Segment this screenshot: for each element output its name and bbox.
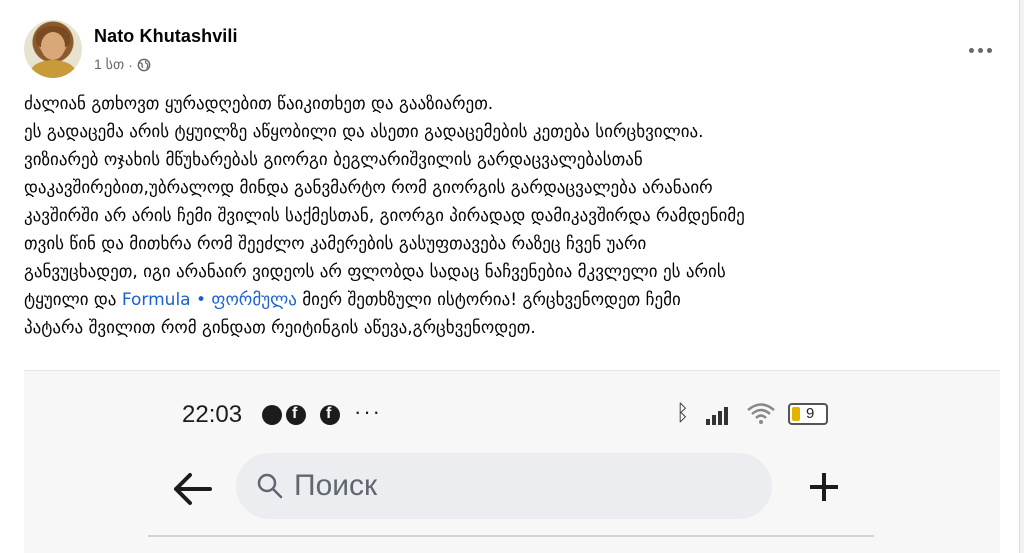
globe-icon[interactable] (137, 58, 151, 72)
phone-time: 22:03 (182, 401, 243, 428)
search-placeholder: Поиск (294, 469, 378, 502)
post-text-line: დაკავშირებით,უბრალოდ მინდა განვმარტო რომ… (24, 178, 713, 198)
status-more-dots: ··· (354, 399, 382, 424)
more-options-button[interactable] (960, 30, 1000, 70)
post-text-line: ძალიან გთხოვთ ყურადღებით წაიკითხეთ და გა… (24, 94, 494, 114)
post-text-line: პატარა შვილით რომ გინდათ რეიტინგის აწევა… (24, 318, 536, 338)
bluetooth-icon: ᛒ (676, 401, 690, 426)
search-icon (257, 473, 283, 499)
author-name[interactable]: Nato Khutashvili (94, 26, 238, 47)
signal-icon (706, 405, 732, 425)
post-text-line: ეს გადაცემა არის ტყუილზე აწყობილი და ასე… (24, 122, 704, 142)
post-time[interactable]: 1 სთ (94, 56, 124, 73)
post-text-line: ტყუილი და Formula • ფორმულა მიერ შეთხზულ… (24, 286, 1000, 314)
arrow-left-icon[interactable] (170, 469, 214, 509)
page-mention-link[interactable]: Formula • ფორმულა (122, 290, 297, 310)
post-header: Nato Khutashvili 1 სთ · (24, 20, 1000, 80)
post-text-line: თვის წინ და მითხრა რომ შეეძლო კამერების … (24, 234, 647, 254)
facebook-icon (320, 405, 340, 425)
battery-level: 9 (806, 405, 815, 422)
post-message: ძალიან გთხოვთ ყურადღებით წაიკითხეთ და გა… (24, 90, 1000, 342)
phone-search-row: Поиск (24, 453, 1000, 525)
post-text-fragment: მიერ შეთხზული ისტორია! გრცხვენოდეთ ჩემი (296, 290, 681, 310)
post-text-line: კავშირში არ არის ჩემი შვილის საქმესთან, … (24, 206, 745, 226)
post-meta: 1 სთ · (94, 56, 151, 73)
plus-icon[interactable] (804, 467, 844, 507)
divider (148, 535, 874, 537)
wifi-icon (747, 403, 775, 424)
messenger-icon (262, 405, 282, 425)
post-text-line: ვიზიარებ ოჯახის მწუხარებას გიორგი ბეგლარ… (24, 150, 643, 170)
post-text-fragment: ტყუილი და (24, 290, 122, 310)
phone-status-bar: 22:03 ··· ᛒ 9 (24, 395, 1000, 431)
meta-separator: · (128, 56, 133, 73)
search-input[interactable]: Поиск (236, 453, 772, 519)
more-horizontal-icon (968, 47, 974, 53)
post-text-line: განვუცხადეთ, იგი არანაირ ვიდეოს არ ფლობდ… (24, 262, 726, 282)
facebook-icon (286, 405, 306, 425)
battery-icon: 9 (788, 403, 828, 425)
post-card: Nato Khutashvili 1 სთ · ძალიან გთხოვთ ყუ… (0, 0, 1020, 553)
attached-screenshot[interactable]: 22:03 ··· ᛒ 9 (24, 370, 1000, 553)
avatar[interactable] (24, 20, 82, 78)
